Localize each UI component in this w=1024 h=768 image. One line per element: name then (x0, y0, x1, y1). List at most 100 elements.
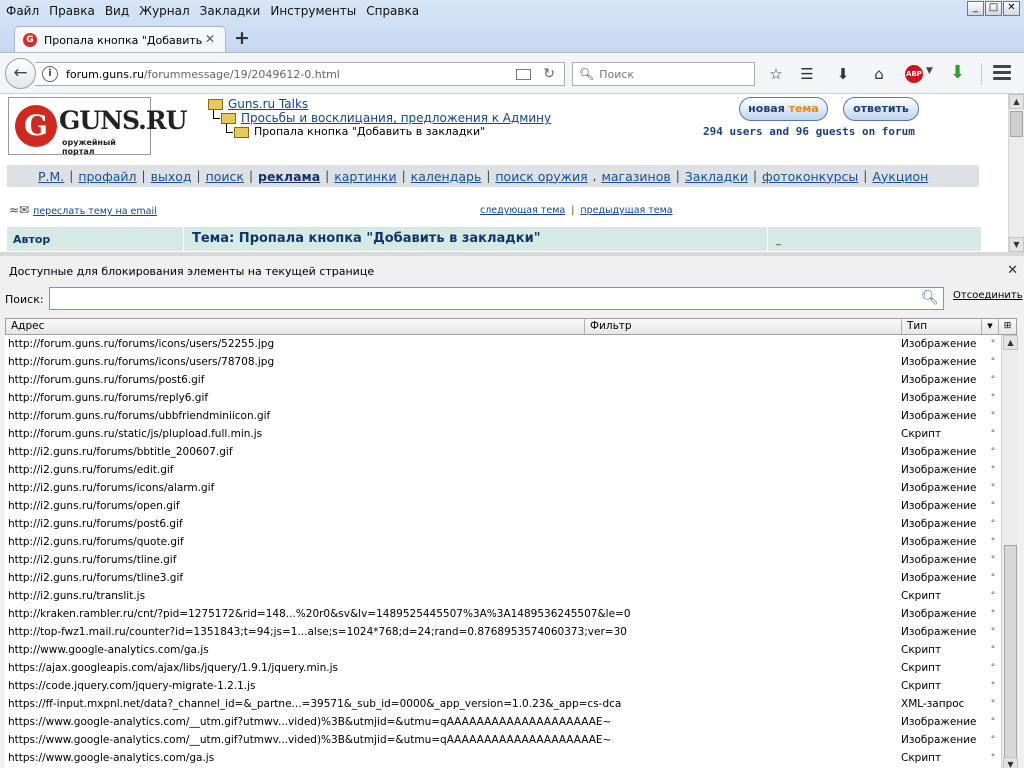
url-bar[interactable]: i forum.guns.ru/forummessage/19/2049612-… (35, 62, 565, 86)
menu-view[interactable]: Вид (105, 4, 129, 18)
nav-calendar[interactable]: календарь (411, 169, 482, 184)
title-bar: Файл Правка Вид Журнал Закладки Инструме… (0, 0, 1024, 53)
list-scrollbar[interactable]: ▲ ▼ (1001, 335, 1018, 768)
site-logo[interactable]: G GUNS.RU оружейный портал (8, 97, 187, 156)
scroll-up-icon[interactable]: ▲ (1003, 335, 1018, 350)
item-type: Изображение (901, 410, 977, 422)
list-item[interactable]: http://i2.guns.ru/forums/bbtitle_200607.… (5, 443, 1001, 461)
nav-bookmarks[interactable]: Закладки (685, 169, 748, 184)
tab-active[interactable]: G Пропала кнопка "Добавить ... ✕ (14, 26, 226, 53)
item-address: https://code.jquery.com/jquery-migrate-1… (8, 680, 256, 692)
list-item[interactable]: https://code.jquery.com/jquery-migrate-1… (5, 677, 1001, 695)
menu-icon[interactable] (993, 65, 1011, 81)
breadcrumb-link-section[interactable]: Просьбы и восклицания, предложения к Адм… (241, 111, 551, 125)
list-item[interactable]: http://i2.guns.ru/translit.js Скрипт ° (5, 587, 1001, 605)
panel-close-icon[interactable]: ✕ (1007, 263, 1018, 278)
column-filter[interactable]: Фильтр (585, 319, 902, 334)
scroll-up-icon[interactable]: ▲ (1009, 94, 1024, 109)
tab-close-icon[interactable]: ✕ (205, 32, 215, 46)
menu-help[interactable]: Справка (366, 4, 419, 18)
list-item[interactable]: http://forum.guns.ru/forums/icons/users/… (5, 353, 1001, 371)
info-icon[interactable]: i (42, 66, 58, 82)
column-type[interactable]: Тип (902, 319, 982, 334)
list-item[interactable]: http://i2.guns.ru/forums/post6.gif Изобра… (5, 515, 1001, 533)
breadcrumb-link-talks[interactable]: Guns.ru Talks (228, 97, 308, 111)
back-button[interactable]: ← (5, 58, 36, 89)
list-item[interactable]: http://i2.guns.ru/forums/edit.gif Изображ… (5, 461, 1001, 479)
new-topic-button[interactable]: новая тема (739, 97, 828, 121)
nav-auction[interactable]: Аукцион (872, 169, 928, 184)
list-item[interactable]: https://www.google-analytics.com/ga.js Ск… (5, 749, 1001, 767)
search-box[interactable]: 🔍︎ Поиск (572, 62, 755, 86)
list-scroll-thumb[interactable] (1004, 545, 1017, 764)
nav-shops[interactable]: магазинов (601, 169, 670, 184)
nav-logout[interactable]: выход (151, 169, 192, 184)
list-item[interactable]: http://forum.guns.ru/forums/reply6.gif Из… (5, 389, 1001, 407)
list-item[interactable]: http://i2.guns.ru/forums/open.gif Изображ… (5, 497, 1001, 515)
chevron-down-icon[interactable]: ▼ (926, 66, 933, 76)
forward-email-link[interactable]: переслать тему на email (33, 206, 157, 217)
reply-button[interactable]: ответить (843, 97, 919, 121)
item-type: Изображение (901, 392, 977, 404)
menu-file[interactable]: Файл (6, 4, 39, 18)
url-domain: forum.guns.ru (66, 67, 144, 81)
menu-tools[interactable]: Инструменты (270, 4, 356, 18)
menu-history[interactable]: Журнал (139, 4, 190, 18)
scroll-down-icon[interactable]: ▼ (1009, 237, 1024, 252)
nav-pictures[interactable]: картинки (334, 169, 396, 184)
item-state-icon: ° (990, 465, 996, 475)
bookmark-star-icon[interactable]: ☆ (766, 65, 786, 83)
download-green-icon[interactable]: ⬇ (950, 62, 965, 83)
page-scrollbar[interactable]: ▲ ▼ (1008, 94, 1024, 252)
downloads-icon[interactable]: ⬇ (833, 65, 853, 83)
new-tab-button[interactable]: + (234, 28, 250, 48)
menu-edit[interactable]: Правка (49, 4, 95, 18)
prev-topic-link[interactable]: предыдущая тема (580, 205, 672, 216)
reload-icon[interactable]: ↻ (543, 66, 555, 82)
reader-icon[interactable] (516, 68, 532, 80)
nav-photo-contests[interactable]: фотоконкурсы (762, 169, 858, 184)
url-text[interactable]: forum.guns.ru/forummessage/19/2049612-0.… (66, 68, 516, 81)
maximize-button[interactable]: □ (985, 1, 1002, 16)
bookmarks-list-icon[interactable]: ☰ (797, 65, 817, 83)
list-item[interactable]: http://forum.guns.ru/forums/ubbfriendmin… (5, 407, 1001, 425)
detach-link[interactable]: Отсоединить (953, 290, 1023, 301)
nav-pm[interactable]: Р.М. (38, 169, 64, 184)
nav-profile[interactable]: профайл (78, 169, 136, 184)
column-address[interactable]: Адрес (6, 319, 585, 334)
item-state-icon: ° (990, 627, 996, 637)
list-item[interactable]: http://top-fwz1.mail.ru/counter?id=13518… (5, 623, 1001, 641)
scroll-down-icon[interactable]: ▼ (1003, 757, 1018, 768)
nav-ads[interactable]: реклама (258, 169, 320, 184)
panel-search-input[interactable] (49, 287, 944, 310)
home-icon[interactable]: ⌂ (869, 65, 889, 83)
list-item[interactable]: http://forum.guns.ru/forums/icons/users/… (5, 335, 1001, 353)
menu-bookmarks[interactable]: Закладки (200, 4, 261, 18)
list-item[interactable]: http://forum.guns.ru/forums/post6.gif Изо… (5, 371, 1001, 389)
list-item[interactable]: https://www.google-analytics.com/__utm.g… (5, 731, 1001, 749)
minimize-button[interactable]: _ (967, 1, 984, 16)
nav-search[interactable]: поиск (206, 169, 244, 184)
page-scroll-thumb[interactable] (1010, 111, 1023, 137)
list-item[interactable]: http://i2.guns.ru/forums/tline3.gif Изобр… (5, 569, 1001, 587)
magnifier-icon[interactable]: 🔍︎ (921, 290, 939, 306)
list-item[interactable]: https://ajax.googleapis.com/ajax/libs/jq… (5, 659, 1001, 677)
list-item[interactable]: https://www.google-analytics.com/__utm.g… (5, 713, 1001, 731)
item-state-icon: ° (990, 753, 996, 763)
list-item[interactable]: http://i2.guns.ru/forums/icons/alarm.gif… (5, 479, 1001, 497)
close-window-button[interactable]: ✕ (1003, 1, 1020, 16)
list-item[interactable]: http://i2.guns.ru/forums/quote.gif Изобра… (5, 533, 1001, 551)
window-controls: _ □ ✕ (967, 1, 1020, 16)
list-item[interactable]: http://kraken.rambler.ru/cnt/?pid=127517… (5, 605, 1001, 623)
nav-gun-search[interactable]: поиск оружия (495, 169, 587, 184)
list-item[interactable]: http://forum.guns.ru/static/js/plupload.… (5, 425, 1001, 443)
list-item[interactable]: https://ff-input.mxpnl.net/data?_channel… (5, 695, 1001, 713)
item-state-icon: ° (990, 717, 996, 727)
list-item[interactable]: http://i2.guns.ru/forums/tline.gif Изобра… (5, 551, 1001, 569)
column-picker-icon[interactable]: ⊞ (999, 319, 1016, 334)
sort-chevron-icon[interactable]: ▼ (982, 319, 999, 334)
adblock-icon[interactable]: ABP (905, 65, 923, 83)
list-item[interactable]: http://www.google-analytics.com/ga.js Скр… (5, 641, 1001, 659)
item-address: https://www.google-analytics.com/__utm.g… (8, 734, 612, 746)
next-topic-link[interactable]: следующая тема (480, 205, 565, 216)
